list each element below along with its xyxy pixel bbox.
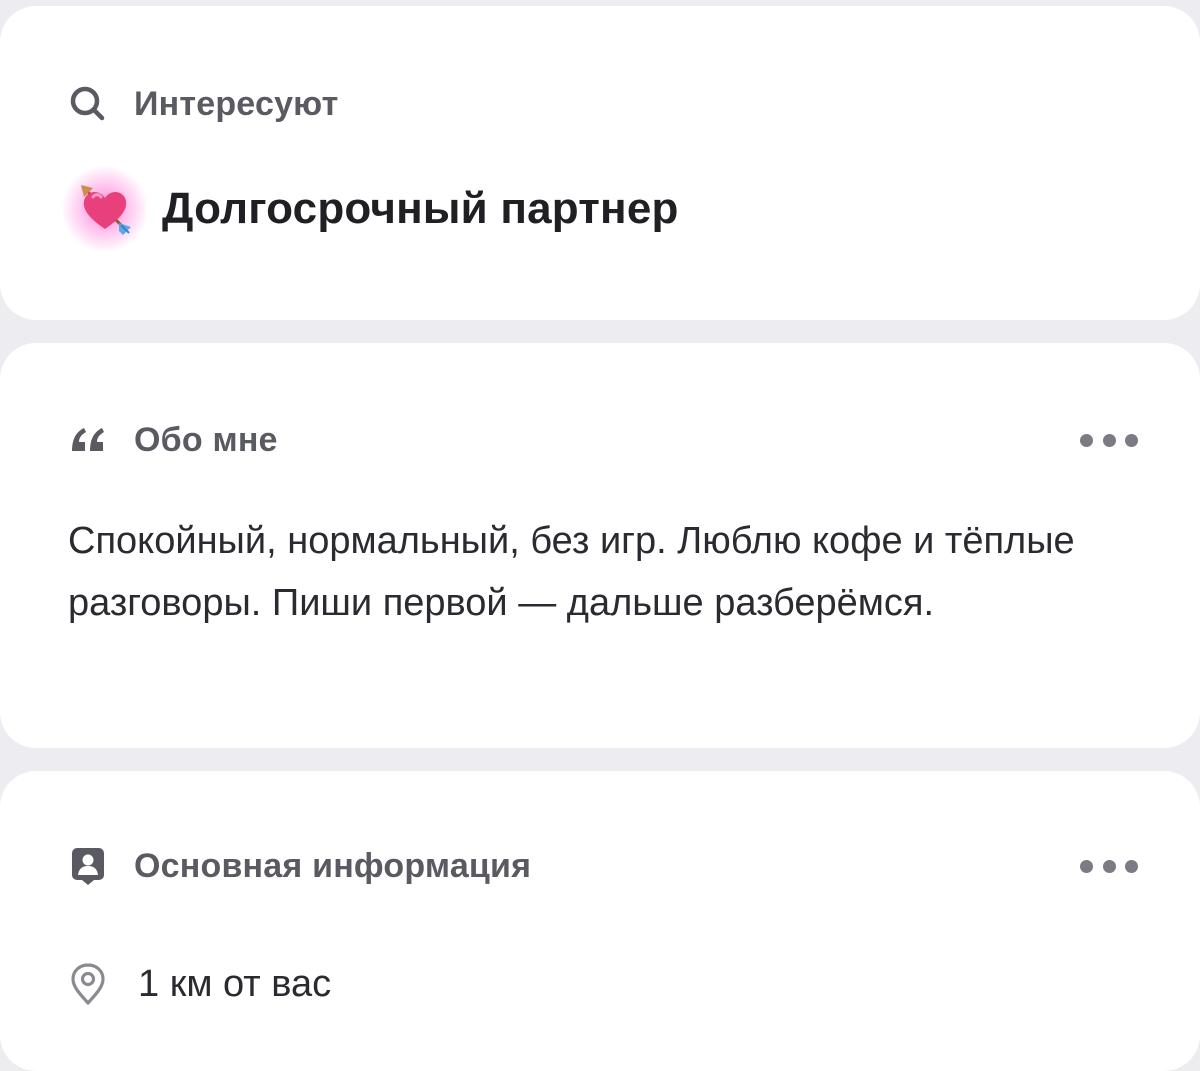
id-card-icon [68,844,112,888]
interests-title: Интересуют [134,84,339,123]
more-dots-icon [1102,859,1116,873]
more-dots-icon [1125,859,1138,873]
interest-item: Долгосрочный партнер [62,166,679,252]
heart-with-arrow-emoji [62,166,148,252]
basic-info-more-button[interactable] [1080,854,1138,878]
basic-info-header: Основная информация [68,844,531,888]
interest-label: Долгосрочный партнер [162,184,679,233]
interests-header: Интересуют [68,82,338,126]
basic-info-title: Основная информация [134,846,532,885]
about-text: Спокойный, нормальный, без игр. Люблю ко… [68,520,1075,624]
quote-icon [68,418,112,462]
distance-text: 1 км от вас [138,962,332,1005]
location-pin-icon [68,962,112,1006]
about-title: Обо мне [134,420,278,459]
location-row: 1 км от вас [68,962,331,1006]
basic-info-card [0,771,1200,1071]
more-dots-icon [1080,859,1093,873]
more-dots-icon [1102,433,1116,447]
interests-card: Интересуют Долгосрочный партнер [0,6,1200,320]
search-icon [68,82,112,126]
about-header: Обо мне [68,418,278,462]
more-dots-icon [1125,433,1138,447]
more-dots-icon [1080,433,1093,447]
about-more-button[interactable] [1080,428,1138,452]
